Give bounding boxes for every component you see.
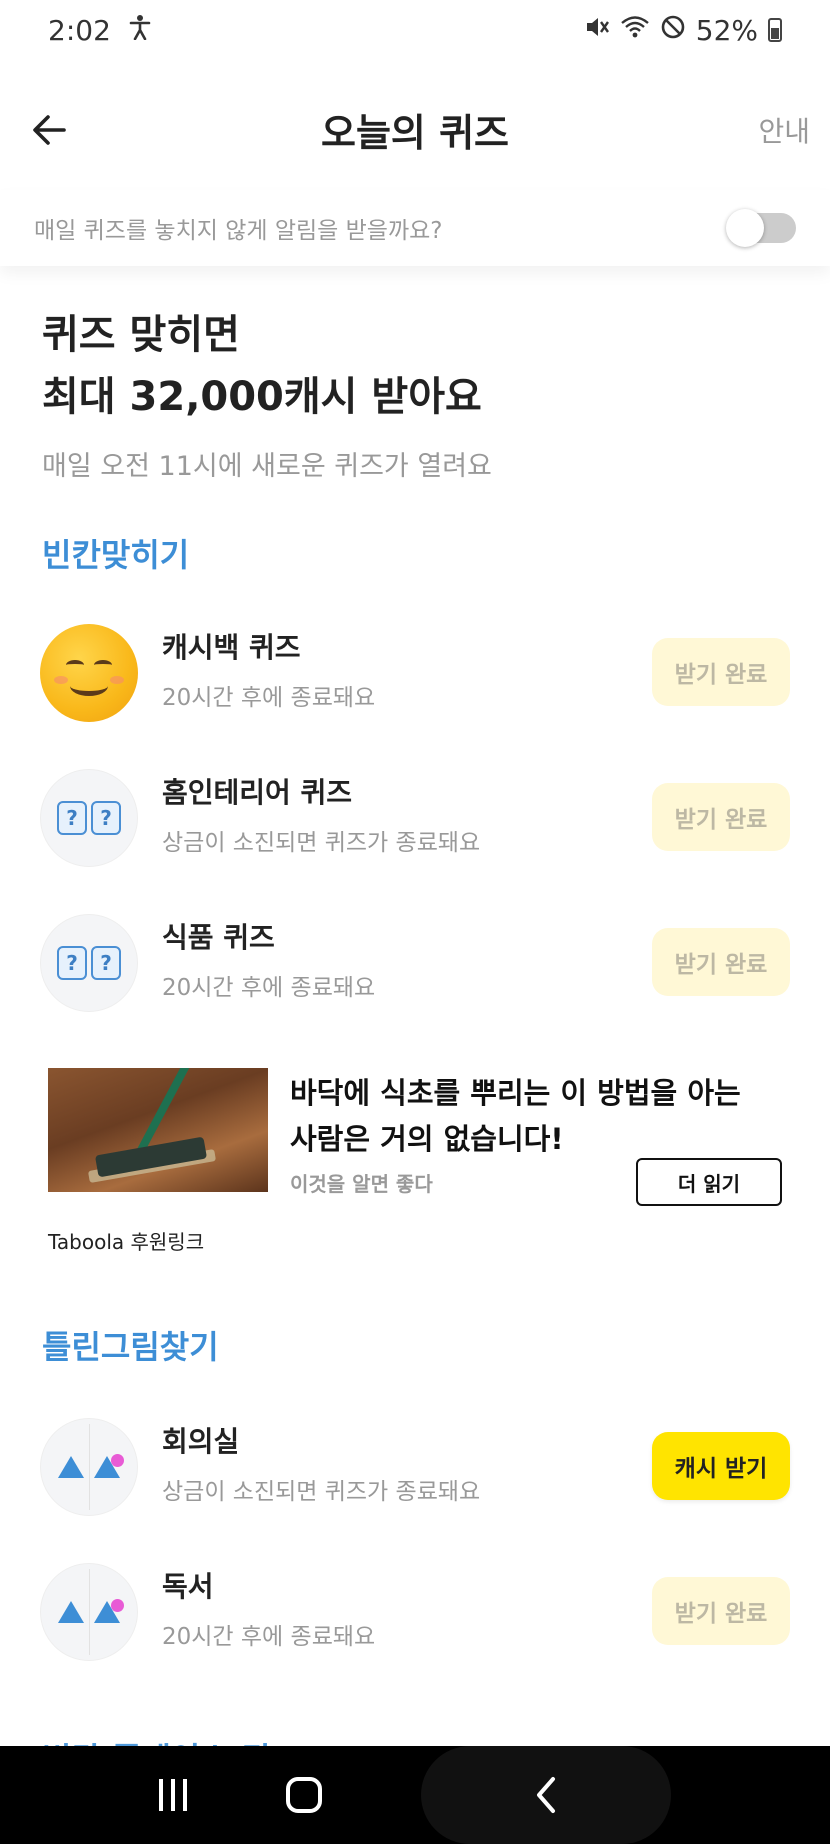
page-title: 오늘의 퀴즈: [320, 111, 510, 155]
hero-subtitle: 매일 오전 11시에 새로운 퀴즈가 열려요: [42, 451, 492, 482]
status-bar: 2:02 52%: [0, 0, 830, 60]
quiz-row-meeting-room[interactable]: 회의실 상금이 소진되면 퀴즈가 종료돼요 캐시 받기: [40, 1418, 790, 1518]
smiling-face-icon: [40, 624, 138, 722]
chevron-left-icon: [536, 1777, 555, 1813]
spot-difference-icon: [40, 1418, 138, 1516]
notification-bar: 매일 퀴즈를 놓치지 않게 알림을 받을까요?: [0, 190, 830, 266]
quiz-desc: 상금이 소진되면 퀴즈가 종료돼요: [162, 1479, 481, 1505]
nav-back-button[interactable]: [420, 1746, 671, 1844]
quiz-title: 캐시백 퀴즈: [162, 631, 301, 664]
hero-line-1: 퀴즈 맞히면: [42, 312, 240, 358]
section-title-spot-difference: 틀린그림찾기: [42, 1328, 219, 1366]
quiz-desc: 상금이 소진되면 퀴즈가 종료돼요: [162, 830, 481, 856]
quiz-title: 독서: [162, 1570, 214, 1603]
quiz-complete-button[interactable]: 받기 완료: [652, 783, 790, 851]
quiz-complete-button[interactable]: 받기 완료: [652, 928, 790, 996]
system-nav-bar: [0, 1746, 830, 1844]
quiz-row-home-interior[interactable]: ? ? 홈인테리어 퀴즈 상금이 소진되면 퀴즈가 종료돼요 받기 완료: [40, 769, 790, 869]
status-right: 52%: [584, 14, 782, 47]
header: 오늘의 퀴즈 안내: [0, 90, 830, 170]
quiz-desc: 20시간 후에 종료돼요: [162, 1624, 376, 1650]
wifi-icon: [620, 14, 650, 47]
read-more-button[interactable]: 더 읽기: [636, 1158, 782, 1206]
quiz-row-cashback[interactable]: 캐시백 퀴즈 20시간 후에 종료돼요 받기 완료: [40, 624, 790, 724]
quiz-title: 식품 퀴즈: [162, 921, 275, 954]
ad-headline[interactable]: 바닥에 식초를 뿌리는 이 방법을 아는 사람은 거의 없습니다!: [290, 1070, 770, 1162]
question-boxes-icon: ? ?: [40, 769, 138, 867]
notification-toggle[interactable]: [726, 209, 796, 247]
mute-icon: [584, 14, 610, 47]
recent-apps-button[interactable]: [159, 1779, 188, 1811]
notification-text: 매일 퀴즈를 놓치지 않게 알림을 받을까요?: [34, 218, 443, 244]
quiz-desc: 20시간 후에 종료돼요: [162, 975, 376, 1001]
spot-difference-icon: [40, 1563, 138, 1661]
battery-percent: 52%: [695, 13, 758, 47]
section-title-fill-blank: 빈칸맞히기: [42, 536, 190, 574]
guide-link[interactable]: 안내: [758, 110, 810, 150]
quiz-row-food[interactable]: ? ? 식품 퀴즈 20시간 후에 종료돼요 받기 완료: [40, 914, 790, 1014]
quiz-complete-button[interactable]: 받기 완료: [652, 638, 790, 706]
question-boxes-icon: ? ?: [40, 914, 138, 1012]
sponsored-ad[interactable]: 바닥에 식초를 뿌리는 이 방법을 아는 사람은 거의 없습니다! 이것을 알면…: [48, 1068, 782, 1258]
ad-image-mop[interactable]: [48, 1068, 268, 1192]
quiz-title: 회의실: [162, 1425, 240, 1458]
hero: 퀴즈 맞히면 최대 32,000캐시 받아요 매일 오전 11시에 새로운 퀴즈…: [42, 304, 492, 483]
home-button[interactable]: [285, 1777, 322, 1813]
question-mark-icon: ?: [91, 801, 121, 835]
do-not-disturb-icon: [660, 14, 686, 47]
toggle-knob: [726, 209, 764, 247]
question-mark-icon: ?: [91, 946, 121, 980]
ad-source: 이것을 알면 좋다: [290, 1172, 433, 1196]
status-time: 2:02: [48, 13, 111, 47]
quiz-desc: 20시간 후에 종료돼요: [162, 685, 376, 711]
get-cash-button[interactable]: 캐시 받기: [652, 1432, 790, 1500]
quiz-row-reading[interactable]: 독서 20시간 후에 종료돼요 받기 완료: [40, 1563, 790, 1663]
quiz-complete-button[interactable]: 받기 완료: [652, 1577, 790, 1645]
status-left: 2:02: [48, 14, 151, 47]
question-mark-icon: ?: [57, 801, 87, 835]
ad-sponsor-label[interactable]: Taboola 후원링크: [48, 1226, 204, 1255]
hero-line-2: 최대 32,000캐시 받아요: [42, 374, 482, 420]
quiz-title: 홈인테리어 퀴즈: [162, 776, 353, 809]
question-mark-icon: ?: [57, 946, 87, 980]
accessibility-icon: [129, 14, 151, 47]
battery-icon: [768, 18, 782, 42]
